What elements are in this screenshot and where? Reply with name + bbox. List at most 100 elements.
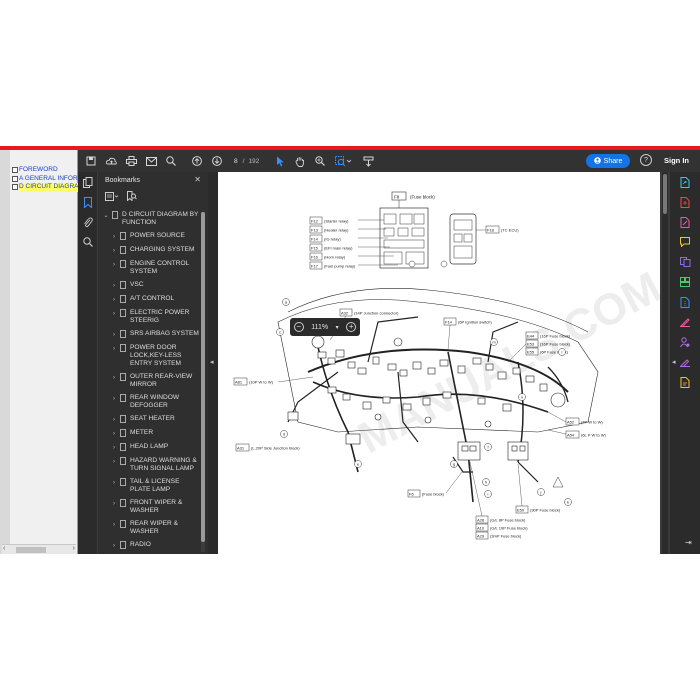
edit-pdf-icon[interactable] [670, 212, 700, 232]
chevron-down-icon[interactable]: ⌄ [102, 211, 110, 220]
search-icon[interactable] [164, 154, 178, 168]
bookmark-icon [120, 309, 126, 317]
bookmark-item[interactable]: › A/T CONTROL [98, 294, 201, 308]
export-pdf-icon[interactable] [670, 172, 700, 192]
attachment-icon[interactable] [78, 212, 98, 232]
share-button[interactable]: Share [586, 154, 630, 168]
zoom-in-icon[interactable] [313, 154, 327, 168]
bookmark-item[interactable]: › HAZARD WARNING & TURN SIGNAL LAMP [98, 456, 201, 477]
chevron-right-icon[interactable]: › [110, 457, 118, 466]
bookmark-item[interactable]: › POWER DOOR LOCK,KEY-LESS ENTRY SYSTEM [98, 343, 201, 372]
save-icon[interactable] [84, 154, 98, 168]
chevron-right-icon[interactable]: › [110, 429, 118, 438]
chevron-right-icon[interactable]: › [110, 394, 118, 403]
chevron-right-icon[interactable]: › [110, 415, 118, 424]
expand-panel-icon[interactable]: ⇥ [685, 538, 692, 547]
ground-symbol [552, 476, 564, 488]
bookmark-item[interactable]: › TAIL & LICENSE PLATE LAMP [98, 477, 201, 498]
legacy-tree-item-general[interactable]: A GENERAL INFORM [12, 175, 78, 184]
highlight-tool-icon[interactable] [361, 154, 375, 168]
chevron-right-icon[interactable]: › [110, 281, 118, 290]
chevron-right-icon[interactable]: › [110, 520, 118, 529]
chevron-right-icon[interactable]: › [110, 260, 118, 269]
email-icon[interactable] [144, 154, 158, 168]
bookmark-item[interactable]: › CHARGING SYSTEM [98, 245, 201, 259]
bookmark-label: REAR WINDOW DEFOGGER [130, 394, 180, 409]
scroll-right-icon[interactable]: › [73, 545, 75, 552]
bookmark-item[interactable]: › ELECTRIC POWER STEERIG [98, 308, 201, 329]
compress-icon[interactable] [670, 292, 700, 312]
zoom-in-button[interactable]: + [346, 322, 357, 332]
select-cursor-icon[interactable] [273, 154, 287, 168]
chevron-right-icon[interactable]: › [110, 232, 118, 241]
scroll-left-icon[interactable]: ‹ [3, 545, 5, 552]
zoom-dropdown-icon[interactable]: ▾ [336, 324, 339, 331]
bookmark-item[interactable]: › SRS AIRBAG SYSTEM [98, 329, 201, 343]
next-page-icon[interactable] [210, 154, 224, 168]
chevron-right-icon[interactable]: › [110, 499, 118, 508]
chevron-right-icon[interactable]: › [110, 309, 118, 318]
page-separator: / [242, 157, 245, 165]
bookmark-icon [120, 415, 126, 423]
zoom-level[interactable]: 111% [311, 324, 328, 331]
legacy-tree-item-circuit[interactable]: D CIRCUIT DIAGRAM [12, 183, 78, 192]
previous-page-icon[interactable] [190, 154, 204, 168]
upload-cloud-icon[interactable] [104, 154, 118, 168]
protect-icon[interactable] [670, 332, 700, 352]
bookmark-item[interactable]: › POWER SOURCE [98, 231, 201, 245]
document-scrollbar[interactable] [662, 172, 668, 554]
chevron-right-icon[interactable]: › [110, 246, 118, 255]
chevron-right-icon[interactable]: › [110, 541, 118, 550]
callout-label: j [540, 490, 542, 495]
bookmarks-scrollbar[interactable] [201, 212, 205, 552]
bookmark-item[interactable]: › METER [98, 428, 201, 442]
page-number-input[interactable]: 8 [234, 158, 238, 165]
chevron-right-icon[interactable]: › [110, 330, 118, 339]
bookmark-icon[interactable] [78, 192, 98, 212]
sign-in-link[interactable]: Sign In [664, 156, 689, 165]
help-icon[interactable]: ? [640, 154, 652, 166]
scrollbar-thumb[interactable] [201, 212, 205, 542]
bookmark-item-root[interactable]: ⌄ D CIRCUIT DIAGRAM BY FUNCTION [98, 210, 201, 231]
chevron-right-icon[interactable]: › [110, 295, 118, 304]
zoom-out-button[interactable]: − [293, 322, 304, 332]
scrollbar-thumb[interactable] [16, 547, 46, 553]
legacy-horizontal-scrollbar[interactable]: ‹ › [2, 544, 76, 554]
bookmark-item[interactable]: › REAR WINDOW DEFOGGER [98, 393, 201, 414]
copy-icon[interactable] [78, 172, 98, 192]
bookmark-item[interactable]: › FRONT WIPER & WASHER [98, 498, 201, 519]
collapse-left-icon[interactable]: ◂ [210, 358, 214, 366]
legacy-tree-item-foreword[interactable]: FOREWORD [12, 166, 78, 175]
bookmark-item[interactable]: › ENGINE CONTROL SYSTEM [98, 259, 201, 280]
bookmarks-panel: Bookmarks ✕ ⌄ D CIRCUIT DIAGRAM BY FUNCT… [98, 172, 208, 554]
scrollbar-thumb[interactable] [663, 174, 667, 214]
more-tools-icon[interactable] [670, 372, 700, 392]
bookmark-item[interactable]: › SEAT HEATER [98, 414, 201, 428]
redact-icon[interactable] [670, 312, 700, 332]
organize-icon[interactable] [670, 272, 700, 292]
create-pdf-icon[interactable] [670, 192, 700, 212]
combine-icon[interactable] [670, 252, 700, 272]
document-viewport: MANUALS.COM F8 (Fuse block) F12 (Starter… [218, 172, 670, 554]
bookmark-item[interactable]: › OUTER REAR-VIEW MIRROR [98, 372, 201, 393]
bookmark-item[interactable]: › REAR WIPER & WASHER [98, 519, 201, 540]
bookmark-icon [120, 394, 126, 402]
panel-splitter[interactable]: ◂ [208, 172, 218, 554]
bookmark-item[interactable]: › RADIO [98, 540, 201, 554]
marquee-zoom-icon[interactable] [333, 154, 353, 168]
bookmark-item[interactable]: › HEAD LAMP [98, 442, 201, 456]
chevron-right-icon[interactable]: › [110, 344, 118, 353]
search-icon[interactable] [78, 232, 98, 252]
find-bookmark-icon[interactable] [127, 191, 137, 203]
bookmark-item[interactable]: › VSC [98, 280, 201, 294]
callout-label: n [521, 395, 523, 400]
chevron-right-icon[interactable]: › [110, 443, 118, 452]
options-menu-icon[interactable] [105, 191, 119, 203]
hand-tool-icon[interactable] [293, 154, 307, 168]
comment-icon[interactable] [670, 232, 700, 252]
close-icon[interactable]: ✕ [194, 175, 201, 184]
print-icon[interactable] [124, 154, 138, 168]
chevron-right-icon[interactable]: › [110, 478, 118, 487]
fill-sign-icon[interactable] [670, 352, 700, 372]
chevron-right-icon[interactable]: › [110, 373, 118, 382]
